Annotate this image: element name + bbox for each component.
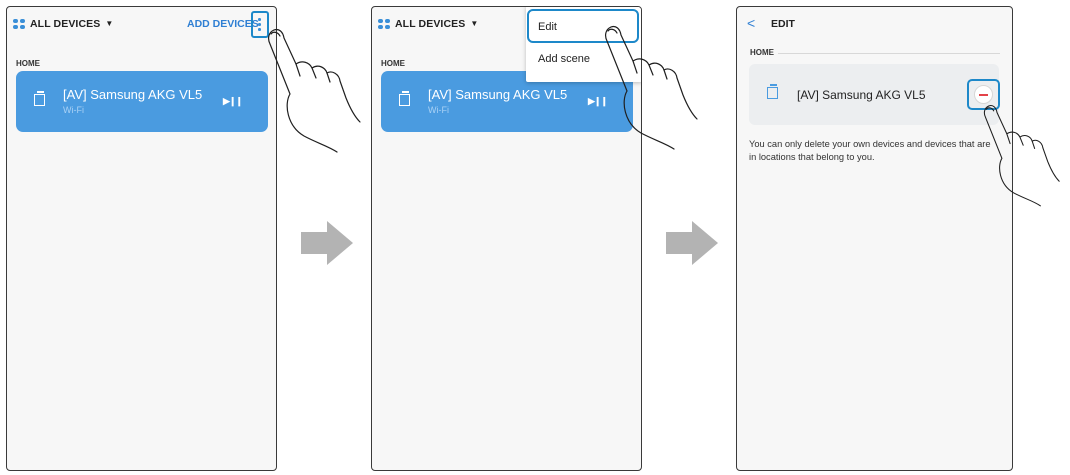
top-bar: ALL DEVICES ▼ ADD DEVICES: [7, 7, 276, 41]
tapping-hand-icon: [605, 25, 698, 150]
page-title: EDIT: [771, 18, 795, 30]
section-header: HOME: [750, 48, 1000, 58]
device-connection: Wi-Fi: [428, 105, 449, 115]
divider: [750, 53, 1000, 54]
next-step-arrow-icon: [301, 221, 353, 265]
devices-grid-icon: [13, 19, 26, 30]
section-label-home: HOME: [16, 59, 40, 68]
device-name: [AV] Samsung AKG VL5: [797, 88, 926, 102]
page-title: ALL DEVICES: [395, 18, 466, 30]
location-selector[interactable]: ALL DEVICES ▼: [30, 18, 113, 30]
next-step-arrow-icon: [666, 221, 718, 265]
device-icon: [399, 91, 410, 106]
delete-notice: You can only delete your own devices and…: [749, 139, 991, 162]
device-card: [AV] Samsung AKG VL5: [749, 64, 999, 125]
menu-item-add-scene[interactable]: Add scene: [538, 53, 590, 65]
device-icon: [34, 91, 45, 106]
device-name: [AV] Samsung AKG VL5: [63, 87, 203, 102]
section-label-home: HOME: [750, 48, 778, 57]
device-icon: [767, 84, 778, 99]
location-selector[interactable]: ALL DEVICES ▼: [395, 18, 478, 30]
device-connection: Wi-Fi: [63, 105, 84, 115]
screen-all-devices: ALL DEVICES ▼ ADD DEVICES HOME [AV] Samsu…: [6, 6, 277, 471]
play-pause-icon[interactable]: ▶❙❙: [223, 96, 243, 107]
devices-grid-icon: [378, 19, 391, 30]
dropdown-caret-icon: ▼: [105, 19, 114, 28]
page-title: ALL DEVICES: [30, 18, 101, 30]
section-label-home: HOME: [381, 59, 405, 68]
menu-item-edit[interactable]: Edit: [538, 21, 557, 33]
device-name: [AV] Samsung AKG VL5: [428, 87, 568, 102]
tapping-hand-icon: [268, 28, 361, 153]
screen-edit: < EDIT HOME [AV] Samsung AKG VL5 You can…: [736, 6, 1013, 471]
device-card[interactable]: [AV] Samsung AKG VL5 Wi-Fi ▶❙❙: [16, 71, 268, 132]
dropdown-caret-icon: ▼: [470, 19, 479, 28]
back-icon[interactable]: <: [747, 15, 755, 31]
add-devices-button[interactable]: ADD DEVICES: [187, 18, 259, 30]
tapping-hand-icon: [983, 105, 1060, 207]
